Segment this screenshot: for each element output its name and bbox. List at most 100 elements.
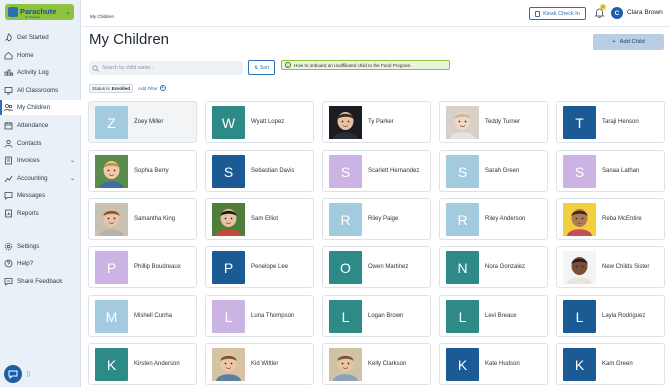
sidebar-item-invoices[interactable]: Invoices ⌄ (0, 153, 81, 168)
child-card[interactable]: O Owen Martinez (322, 246, 431, 288)
sidebar-item-contacts[interactable]: Contacts (0, 136, 81, 151)
classroom-icon (4, 86, 13, 95)
top-bar: My Children Kiosk Check In 1 C Clara Bro… (82, 0, 670, 27)
search-input[interactable]: Search by child name... (102, 65, 154, 71)
child-card[interactable]: Kelly Clarkson (322, 343, 431, 385)
child-card[interactable]: S Scarlett Hernandez (322, 150, 431, 192)
child-card[interactable]: Kid Wittler (205, 343, 314, 385)
child-name: Levi Breaux (485, 313, 517, 319)
add-child-button[interactable]: + Add Child (593, 34, 664, 50)
child-card[interactable]: K Kam Green (556, 343, 665, 385)
help-icon (4, 259, 13, 268)
child-initial-avatar: P (95, 251, 128, 284)
child-name: Riley Anderson (485, 216, 526, 222)
sidebar-item-reports[interactable]: Reports (0, 206, 81, 221)
sidebar-item-home[interactable]: Home (0, 48, 81, 63)
sidebar-item-label: Settings (17, 243, 40, 250)
child-card[interactable]: P Penelope Lee (205, 246, 314, 288)
sidebar-item-share-feedback[interactable]: Share Feedback (0, 274, 81, 289)
sidebar-item-activity-log[interactable]: Activity Log (0, 65, 81, 80)
child-card[interactable]: L Levi Breaux (439, 295, 548, 337)
add-filter-label: Add Filter (138, 85, 158, 91)
sidebar-item-label: Activity Log (17, 69, 49, 76)
child-card[interactable]: R Riley Paige (322, 198, 431, 240)
sidebar-item-label: Reports (17, 210, 39, 217)
sidebar-item-attendance[interactable]: Attendance (0, 118, 81, 133)
child-initial-avatar: N (446, 251, 479, 284)
child-name: Kid Wittler (251, 361, 279, 367)
sidebar-item-get-started[interactable]: Get Started (0, 30, 81, 45)
sidebar-item-label: Share Feedback (17, 278, 63, 285)
child-card[interactable]: R Riley Anderson (439, 198, 548, 240)
child-card[interactable]: P Phillip Boudreaux (88, 246, 197, 288)
child-card[interactable]: New Childs Sister (556, 246, 665, 288)
user-name[interactable]: Clara Brown (627, 9, 663, 16)
child-initial-avatar: L (329, 300, 362, 333)
food-program-info-banner[interactable]: i How to onboard an unaffiliated child t… (281, 60, 450, 70)
filter-value: Enrolled (111, 86, 131, 91)
child-card[interactable]: S Sebastian Davis (205, 150, 314, 192)
sidebar-item-messages[interactable]: Messages (0, 188, 81, 203)
status-filter-chip[interactable]: Status is Enrolled (89, 84, 134, 93)
child-name: Phillip Boudreaux (134, 264, 181, 270)
info-icon: i (285, 62, 291, 68)
kiosk-check-in-button[interactable]: Kiosk Check In (529, 7, 586, 20)
child-card[interactable]: Teddy Turner (439, 101, 548, 143)
notification-badge: 1 (600, 4, 606, 10)
child-search[interactable]: Search by child name... (89, 61, 243, 75)
kiosk-check-in-label: Kiosk Check In (543, 10, 580, 17)
drag-handle-icon[interactable]: ⠿ (26, 371, 31, 379)
child-card[interactable]: M Mishell Cunha (88, 295, 197, 337)
child-name: Layla Rodriguez (602, 313, 646, 319)
child-name: Penelope Lee (251, 264, 289, 270)
messages-icon (4, 191, 13, 200)
child-initial-avatar: S (212, 155, 245, 188)
child-initial-avatar: M (95, 300, 128, 333)
child-card[interactable]: T Taraji Henson (556, 101, 665, 143)
child-card[interactable]: L Luna Thompson (205, 295, 314, 337)
page-title: My Children (89, 31, 170, 48)
child-card[interactable]: W Wyatt Lopez (205, 101, 314, 143)
breadcrumb[interactable]: My Children (90, 14, 114, 19)
rocket-icon (4, 33, 13, 42)
plus-circle-icon: + (159, 85, 166, 91)
child-card[interactable]: K Kirsten Anderson (88, 343, 197, 385)
sort-button[interactable]: ⇅ Sort (248, 60, 275, 75)
child-card[interactable]: L Layla Rodriguez (556, 295, 665, 337)
info-banner-text[interactable]: How to onboard an unaffiliated child to … (294, 63, 412, 68)
child-card[interactable]: K Kate Hudson (439, 343, 548, 385)
sidebar-item-label: Invoices (17, 157, 40, 164)
sort-icon: ⇅ (253, 64, 259, 71)
brand-switcher[interactable]: Parachute by ProCare ⌄ (5, 4, 74, 20)
sidebar-item-my-children[interactable]: My Children (0, 100, 81, 115)
child-card[interactable]: Sophia Berry (88, 150, 197, 192)
child-card[interactable]: S Sarah Green (439, 150, 548, 192)
chat-icon (8, 370, 18, 379)
child-card[interactable]: Ty Parker (322, 101, 431, 143)
child-card[interactable]: Reba McEntire (556, 198, 665, 240)
sidebar-item-label: Messages (17, 192, 46, 199)
sidebar-item-all-classrooms[interactable]: All Classrooms (0, 83, 81, 98)
child-name: Teddy Turner (485, 119, 521, 125)
child-card[interactable]: Z Zoey Miller (88, 101, 197, 143)
parachute-logo-icon (8, 7, 18, 17)
children-icon (4, 103, 13, 112)
child-card[interactable]: L Logan Brown (322, 295, 431, 337)
child-card[interactable]: S Sanaa Lathan (556, 150, 665, 192)
child-card[interactable]: N Nora Gonzalez (439, 246, 548, 288)
add-filter-button[interactable]: Add Filter + (138, 85, 166, 91)
user-avatar[interactable]: C (611, 7, 623, 19)
child-name: Sarah Green (485, 168, 520, 174)
sidebar-item-accounting[interactable]: Accounting ⌄ (0, 171, 81, 186)
child-initial-avatar: S (446, 155, 479, 188)
child-initial-avatar: L (563, 300, 596, 333)
sidebar-item-settings[interactable]: Settings (0, 239, 81, 254)
invoice-icon (4, 156, 13, 165)
sidebar-item-help[interactable]: Help? (0, 256, 81, 271)
chat-button[interactable] (4, 365, 22, 383)
tablet-icon (535, 10, 541, 17)
child-card[interactable]: Sam Elliot (205, 198, 314, 240)
child-card[interactable]: Samantha King (88, 198, 197, 240)
child-photo (212, 203, 245, 236)
child-initial-avatar: K (446, 348, 479, 381)
